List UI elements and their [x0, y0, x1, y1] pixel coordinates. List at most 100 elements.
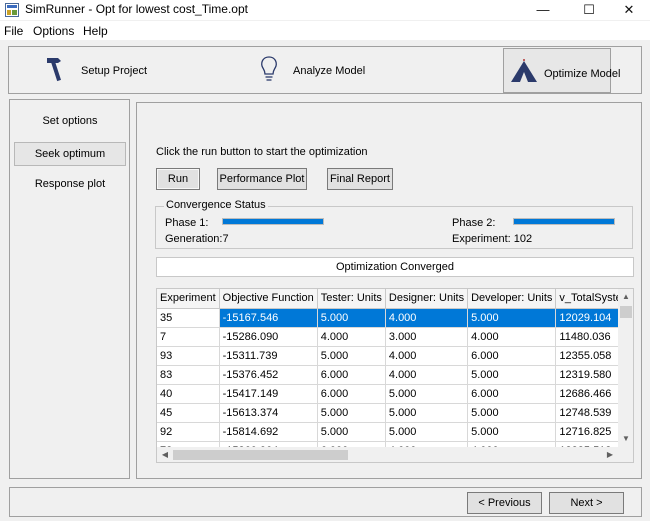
table-row[interactable]: 92 -15814.692 5.000 5.000 5.000 12716.82… — [157, 422, 633, 442]
phase2-progress-fill — [514, 219, 614, 224]
convergence-status-title: Convergence Status — [164, 199, 268, 211]
table-row[interactable]: 35 -15167.546 5.000 4.000 5.000 12029.10… — [157, 308, 633, 328]
performance-plot-button[interactable]: Performance Plot — [217, 168, 307, 190]
table-cell: 3.000 — [385, 327, 469, 347]
previous-button[interactable]: < Previous — [467, 492, 542, 514]
experiment-label: Experiment: 102 — [452, 233, 533, 245]
sidebar-item-response-plot[interactable]: Response plot — [14, 173, 126, 197]
table-cell: 92 — [157, 422, 220, 442]
table-cell: 4.000 — [385, 346, 469, 366]
title-bar: SimRunner - Opt for lowest cost_Time.opt… — [0, 0, 650, 20]
column-header[interactable]: Objective Function — [219, 289, 318, 309]
table-cell: -15376.452 — [219, 365, 318, 385]
column-header[interactable]: Experiment — [157, 289, 220, 309]
main-toolbar: Setup Project Analyze Model Optimize Mod… — [8, 46, 642, 94]
table-row[interactable]: 83 -15376.452 6.000 4.000 5.000 12319.58… — [157, 365, 633, 385]
table-cell: -15286.090 — [219, 327, 318, 347]
table-cell: 5.000 — [467, 403, 557, 423]
instruction-text: Click the run button to start the optimi… — [156, 146, 368, 158]
phase1-label: Phase 1: — [165, 217, 209, 229]
main-panel: Click the run button to start the optimi… — [136, 102, 642, 479]
scroll-up-icon[interactable]: ▲ — [618, 289, 633, 305]
mountain-flag-icon — [511, 59, 537, 82]
phase1-progress-bar — [222, 218, 324, 225]
table-cell: 4.000 — [317, 327, 386, 347]
table-header-row: Experiment Objective Function Tester: Un… — [157, 289, 633, 309]
table-cell: 35 — [157, 308, 220, 328]
table-row[interactable]: 93 -15311.739 5.000 4.000 6.000 12355.05… — [157, 346, 633, 366]
results-grid[interactable]: Experiment Objective Function Tester: Un… — [156, 288, 634, 463]
table-row[interactable]: 45 -15613.374 5.000 5.000 5.000 12748.53… — [157, 403, 633, 423]
menu-bar: File Options Help — [0, 21, 650, 40]
hammer-icon — [47, 58, 61, 82]
next-button[interactable]: Next > — [549, 492, 624, 514]
table-cell: 7 — [157, 327, 220, 347]
table-cell: 45 — [157, 403, 220, 423]
horizontal-scroll-thumb[interactable] — [173, 450, 348, 460]
scroll-right-icon[interactable]: ▶ — [603, 447, 617, 462]
table-cell: 5.000 — [467, 365, 557, 385]
optimization-status: Optimization Converged — [156, 257, 634, 277]
table-cell: 93 — [157, 346, 220, 366]
scroll-left-icon[interactable]: ◀ — [158, 447, 172, 462]
table-cell: 4.000 — [385, 365, 469, 385]
table-row[interactable]: 7 -15286.090 4.000 3.000 4.000 11480.036 — [157, 327, 633, 347]
table-row[interactable]: 40 -15417.149 6.000 5.000 6.000 12686.46… — [157, 384, 633, 404]
table-cell: -15417.149 — [219, 384, 318, 404]
sidebar-item-set-options[interactable]: Set options — [14, 110, 126, 134]
table-cell: -15311.739 — [219, 346, 318, 366]
close-button[interactable]: ✕ — [606, 0, 650, 20]
phase2-progress-bar — [513, 218, 615, 225]
lightbulb-icon — [261, 56, 277, 81]
table-cell: 4.000 — [385, 308, 469, 328]
wizard-navigation: < Previous Next > — [9, 487, 642, 517]
vertical-scroll-thumb[interactable] — [620, 306, 632, 318]
phase2-label: Phase 2: — [452, 217, 496, 229]
table-cell: 40 — [157, 384, 220, 404]
table-cell: -15613.374 — [219, 403, 318, 423]
vertical-scrollbar[interactable]: ▲ ▼ — [618, 289, 633, 447]
final-report-button[interactable]: Final Report — [327, 168, 393, 190]
table-cell: 5.000 — [385, 422, 469, 442]
column-header[interactable]: Developer: Units — [467, 289, 557, 309]
table-cell: 5.000 — [317, 403, 386, 423]
menu-file[interactable]: File — [4, 24, 23, 38]
optimize-model-button[interactable]: Optimize Model — [503, 48, 620, 93]
app-icon — [5, 3, 19, 17]
table-cell: 5.000 — [317, 422, 386, 442]
table-cell: 5.000 — [467, 422, 557, 442]
setup-project-button[interactable]: Setup Project — [37, 48, 157, 93]
results-table: Experiment Objective Function Tester: Un… — [157, 289, 633, 461]
run-button[interactable]: Run — [156, 168, 200, 190]
column-header[interactable]: Tester: Units — [317, 289, 386, 309]
table-cell: -15814.692 — [219, 422, 318, 442]
phase1-progress-fill — [223, 219, 323, 224]
scroll-down-icon[interactable]: ▼ — [618, 431, 633, 447]
table-cell: 5.000 — [317, 308, 386, 328]
window-title: SimRunner - Opt for lowest cost_Time.opt — [25, 2, 248, 16]
sidebar-item-seek-optimum[interactable]: Seek optimum — [14, 142, 126, 166]
table-cell: -15167.546 — [219, 308, 318, 328]
setup-project-label: Setup Project — [81, 65, 148, 77]
analyze-model-label: Analyze Model — [293, 65, 366, 77]
table-cell: 6.000 — [467, 346, 557, 366]
table-cell: 6.000 — [317, 365, 386, 385]
table-cell: 83 — [157, 365, 220, 385]
menu-help[interactable]: Help — [83, 24, 108, 38]
generation-label: Generation:7 — [165, 233, 229, 245]
table-cell: 5.000 — [467, 308, 557, 328]
table-cell: 4.000 — [467, 327, 557, 347]
analyze-model-button[interactable]: Analyze Model — [253, 48, 383, 93]
step-sidebar: Set options Seek optimum Response plot — [9, 99, 130, 479]
horizontal-scrollbar[interactable]: ◀ ▶ — [157, 447, 633, 462]
convergence-status-group: Convergence Status Phase 1: Generation:7… — [155, 199, 633, 249]
optimize-model-label: Optimize Model — [544, 68, 621, 80]
column-header[interactable]: Designer: Units — [385, 289, 469, 309]
menu-options[interactable]: Options — [33, 24, 74, 38]
table-cell: 6.000 — [467, 384, 557, 404]
table-cell: 5.000 — [385, 384, 469, 404]
minimize-button[interactable]: — — [520, 0, 566, 20]
table-cell: 5.000 — [317, 346, 386, 366]
table-cell: 6.000 — [317, 384, 386, 404]
table-cell: 5.000 — [385, 403, 469, 423]
